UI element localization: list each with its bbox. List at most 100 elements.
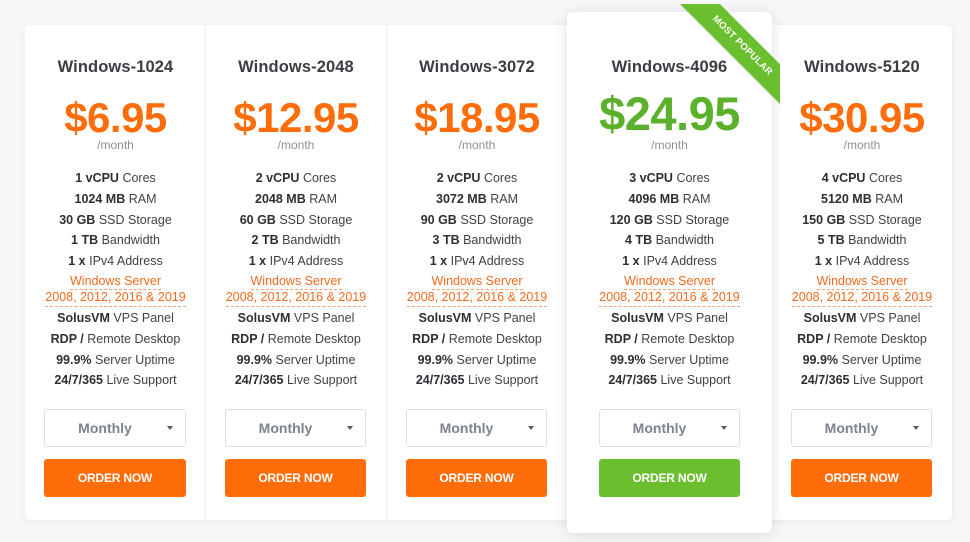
order-now-button[interactable]: ORDER NOW [225, 459, 366, 497]
feature-label: Live Support [464, 373, 539, 388]
billing-cycle-select[interactable]: Monthly [406, 409, 547, 447]
feature-panel: SolusVM VPS Panel [772, 308, 952, 329]
feature-value: 2 TB [251, 233, 279, 248]
feature-value: 24/7/365 [608, 373, 657, 388]
feature-label: RAM [305, 191, 337, 206]
feature-label: Remote Desktop [83, 331, 181, 346]
feature-ip: 1 x IPv4 Address [567, 251, 772, 272]
feature-cpu: 2 vCPU Cores [206, 168, 386, 189]
feature-support: 24/7/365 Live Support [387, 370, 567, 391]
feature-value: 1 x [622, 254, 640, 269]
plan-price: $12.95 [233, 94, 359, 141]
feature-rdp: RDP / Remote Desktop [206, 329, 386, 350]
feature-os: Windows Server 2008, 2012, 2016 & 2019 [206, 272, 386, 308]
order-now-button[interactable]: ORDER NOW [791, 459, 932, 497]
os-link-line1[interactable]: Windows Server [624, 274, 715, 291]
feature-label: Live Support [103, 373, 177, 388]
feature-value: 99.9% [417, 352, 454, 367]
feature-value: 2 vCPU [255, 171, 300, 185]
feature-list: 2 vCPU Cores 2048 MB RAM 60 GB SSD Storage… [206, 168, 386, 391]
feature-label: IPv4 Address [447, 254, 525, 269]
os-link-line2[interactable]: 2008, 2012, 2016 & 2019 [599, 290, 740, 307]
feature-value: 2 vCPU [436, 171, 481, 185]
feature-rdp: RDP / Remote Desktop [772, 329, 952, 350]
billing-cycle-select[interactable]: Monthly [599, 409, 740, 447]
feature-label: Bandwidth [652, 233, 714, 248]
billing-cycle-select[interactable]: Monthly [44, 409, 186, 447]
feature-value: 2048 MB [255, 191, 306, 206]
feature-value: 24/7/365 [54, 373, 103, 388]
feature-uptime: 99.9% Server Uptime [387, 350, 567, 371]
os-link-line2[interactable]: 2008, 2012, 2016 & 2019 [225, 290, 367, 307]
feature-value: 150 GB [802, 212, 846, 227]
feature-label: Remote Desktop [830, 331, 927, 346]
plan-title: Windows-1024 [57, 58, 174, 76]
feature-uptime: 99.9% Server Uptime [772, 350, 952, 371]
billing-cycle-value: Monthly [78, 420, 132, 436]
feature-label: SSD Storage [275, 212, 353, 227]
os-link-line2[interactable]: 2008, 2012, 2016 & 2019 [406, 290, 548, 307]
feature-label: Live Support [283, 373, 358, 388]
feature-label: Remote Desktop [264, 331, 361, 346]
feature-value: RDP / [797, 331, 831, 346]
feature-panel: SolusVM VPS Panel [387, 308, 567, 329]
feature-value: RDP / [604, 331, 638, 346]
feature-panel: SolusVM VPS Panel [567, 308, 772, 329]
feature-uptime: 99.9% Server Uptime [25, 350, 206, 371]
feature-value: 4096 MB [628, 191, 680, 206]
feature-value: 3072 MB [436, 191, 487, 206]
order-now-button[interactable]: ORDER NOW [599, 459, 740, 497]
feature-bandwidth: 3 TB Bandwidth [387, 230, 567, 251]
plan-title: Windows-5120 [804, 58, 920, 76]
feature-os: Windows Server 2008, 2012, 2016 & 2019 [25, 272, 206, 308]
feature-label: VPS Panel [290, 310, 355, 325]
billing-cycle-select[interactable]: Monthly [791, 409, 932, 447]
feature-value: 4 TB [625, 233, 653, 248]
os-link-line1[interactable]: Windows Server [816, 274, 908, 291]
billing-cycle-value: Monthly [632, 420, 687, 436]
plan-period: /month [651, 138, 688, 152]
feature-ip: 1 x IPv4 Address [25, 251, 206, 272]
caret-down-icon [913, 426, 919, 430]
feature-rdp: RDP / Remote Desktop [387, 329, 567, 350]
feature-value: RDP / [231, 331, 265, 346]
plan-period: /month [458, 138, 496, 152]
plan-card-windows-1024: Windows-1024 $6.95 /month 1 vCPU Cores 10… [25, 25, 206, 520]
plan-period: /month [843, 138, 881, 152]
feature-value: SolusVM [803, 310, 857, 325]
plan-period: /month [277, 138, 315, 152]
plan-price: $30.95 [799, 94, 925, 141]
os-link-line1[interactable]: Windows Server [70, 274, 161, 291]
feature-cpu: 3 vCPU Cores [567, 168, 772, 189]
plan-price: $6.95 [64, 94, 167, 141]
feature-label: Bandwidth [98, 233, 160, 248]
feature-label: Cores [865, 171, 903, 185]
feature-os: Windows Server 2008, 2012, 2016 & 2019 [387, 272, 567, 308]
caret-down-icon [167, 426, 173, 430]
caret-down-icon [721, 426, 727, 430]
feature-list: 4 vCPU Cores 5120 MB RAM 150 GB SSD Storag… [772, 168, 952, 391]
os-link-line2[interactable]: 2008, 2012, 2016 & 2019 [791, 290, 933, 307]
os-link-line1[interactable]: Windows Server [431, 274, 523, 291]
feature-value: 3 vCPU [629, 171, 673, 185]
os-link-line2[interactable]: 2008, 2012, 2016 & 2019 [45, 290, 186, 307]
feature-storage: 120 GB SSD Storage [567, 210, 772, 231]
order-now-button[interactable]: ORDER NOW [44, 459, 186, 497]
feature-label: IPv4 Address [832, 254, 910, 269]
feature-value: 120 GB [609, 212, 653, 227]
feature-value: 4 vCPU [821, 171, 866, 185]
feature-ram: 4096 MB RAM [567, 189, 772, 210]
feature-ram: 1024 MB RAM [25, 189, 206, 210]
billing-cycle-select[interactable]: Monthly [225, 409, 366, 447]
feature-os: Windows Server 2008, 2012, 2016 & 2019 [567, 272, 772, 308]
order-now-button[interactable]: ORDER NOW [406, 459, 547, 497]
feature-rdp: RDP / Remote Desktop [567, 329, 772, 350]
feature-label: RAM [679, 191, 711, 206]
feature-value: 5120 MB [821, 191, 872, 206]
feature-value: 1 x [68, 254, 86, 269]
feature-label: Server Uptime [272, 352, 356, 367]
feature-support: 24/7/365 Live Support [206, 370, 386, 391]
feature-label: SSD Storage [652, 212, 730, 227]
feature-bandwidth: 1 TB Bandwidth [25, 230, 206, 251]
os-link-line1[interactable]: Windows Server [250, 274, 342, 291]
